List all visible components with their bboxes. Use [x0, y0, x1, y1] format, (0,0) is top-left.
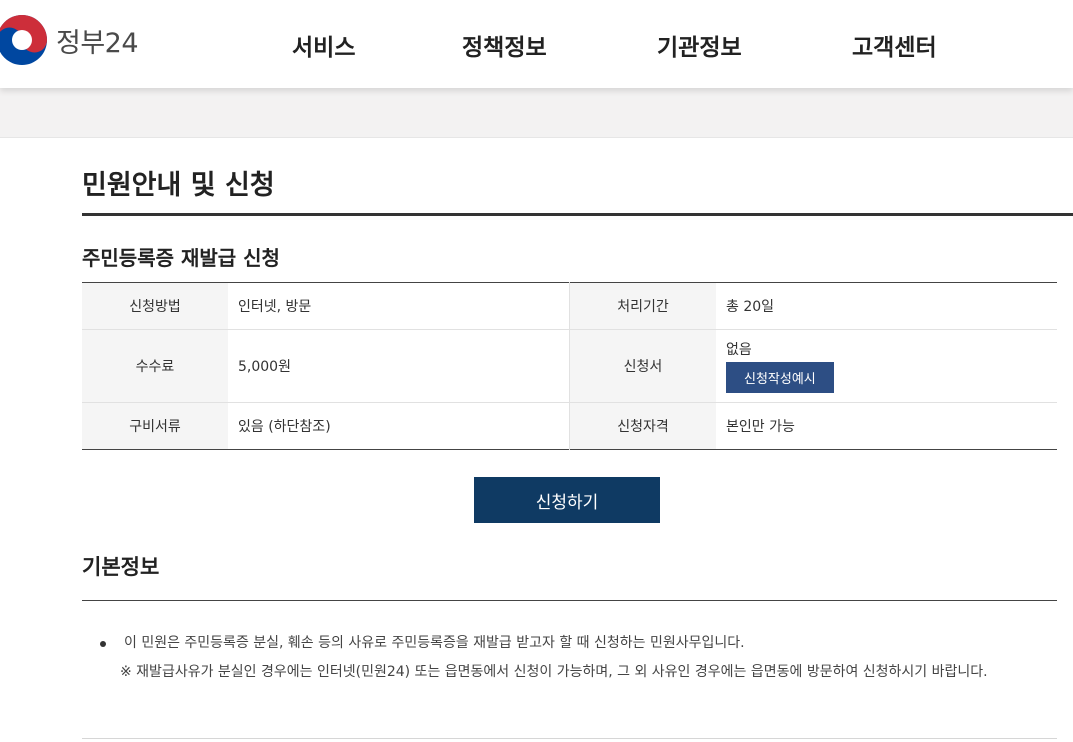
value-required-documents: 있음 (하단참조): [238, 419, 331, 435]
value-application-form: 없음: [726, 342, 752, 358]
bottom-divider: [82, 738, 1057, 739]
nav-item-customer-center[interactable]: 고객센터: [852, 28, 937, 62]
value-application-form-cell: 없음 신청작성예시: [716, 329, 1057, 403]
value-fee: 5,000원: [228, 329, 570, 403]
table-row: 구비서류 있음 (하단참조) 신청자격 본인만 가능: [82, 402, 1057, 450]
label-eligibility: 신청자격: [569, 402, 716, 450]
sub-navigation-band: [0, 88, 1073, 138]
basic-info-description: 이 민원은 주민등록증 분실, 훼손 등의 사유로 주민등록증을 재발급 받고자…: [124, 635, 745, 651]
page-title: 민원안내 및 신청: [82, 170, 275, 201]
table-row: 수수료 5,000원 신청서 없음 신청작성예시: [82, 329, 1057, 403]
value-processing-period: 총 20일: [716, 282, 1057, 330]
basic-info-note: ※ 재발급사유가 분실인 경우에는 인터넷(민원24) 또는 읍면동에서 신청이…: [120, 664, 988, 680]
label-required-documents: 구비서류: [82, 402, 228, 450]
nav-item-policy-info[interactable]: 정책정보: [462, 28, 547, 62]
value-application-method: 인터넷, 방문: [228, 282, 570, 330]
label-fee: 수수료: [82, 329, 228, 403]
title-divider: [82, 213, 1073, 216]
bullet-icon: [100, 641, 106, 647]
nav-item-agency-info[interactable]: 기관정보: [657, 28, 742, 62]
basic-info-divider: [82, 600, 1057, 601]
label-application-method: 신청방법: [82, 282, 228, 330]
label-application-form: 신청서: [569, 329, 716, 403]
form-example-button[interactable]: 신청작성예시: [726, 362, 834, 393]
main-nav: 서비스 정책정보 기관정보 고객센터: [0, 28, 1073, 68]
label-processing-period: 처리기간: [569, 282, 716, 330]
service-title: 주민등록증 재발급 신청: [82, 246, 280, 270]
value-eligibility: 본인만 가능: [726, 419, 795, 435]
basic-info-body: 이 민원은 주민등록증 분실, 훼손 등의 사유로 주민등록증을 재발급 받고자…: [100, 629, 1050, 687]
nav-item-services[interactable]: 서비스: [292, 28, 355, 62]
site-header: 정부24 서비스 정책정보 기관정보 고객센터: [0, 0, 1073, 88]
table-row: 신청방법 인터넷, 방문 처리기간 총 20일: [82, 282, 1057, 330]
basic-info-title: 기본정보: [82, 555, 160, 579]
service-info-table: 신청방법 인터넷, 방문 처리기간 총 20일 수수료 5,000원 신청서 없…: [82, 282, 1057, 450]
apply-button[interactable]: 신청하기: [474, 477, 660, 523]
